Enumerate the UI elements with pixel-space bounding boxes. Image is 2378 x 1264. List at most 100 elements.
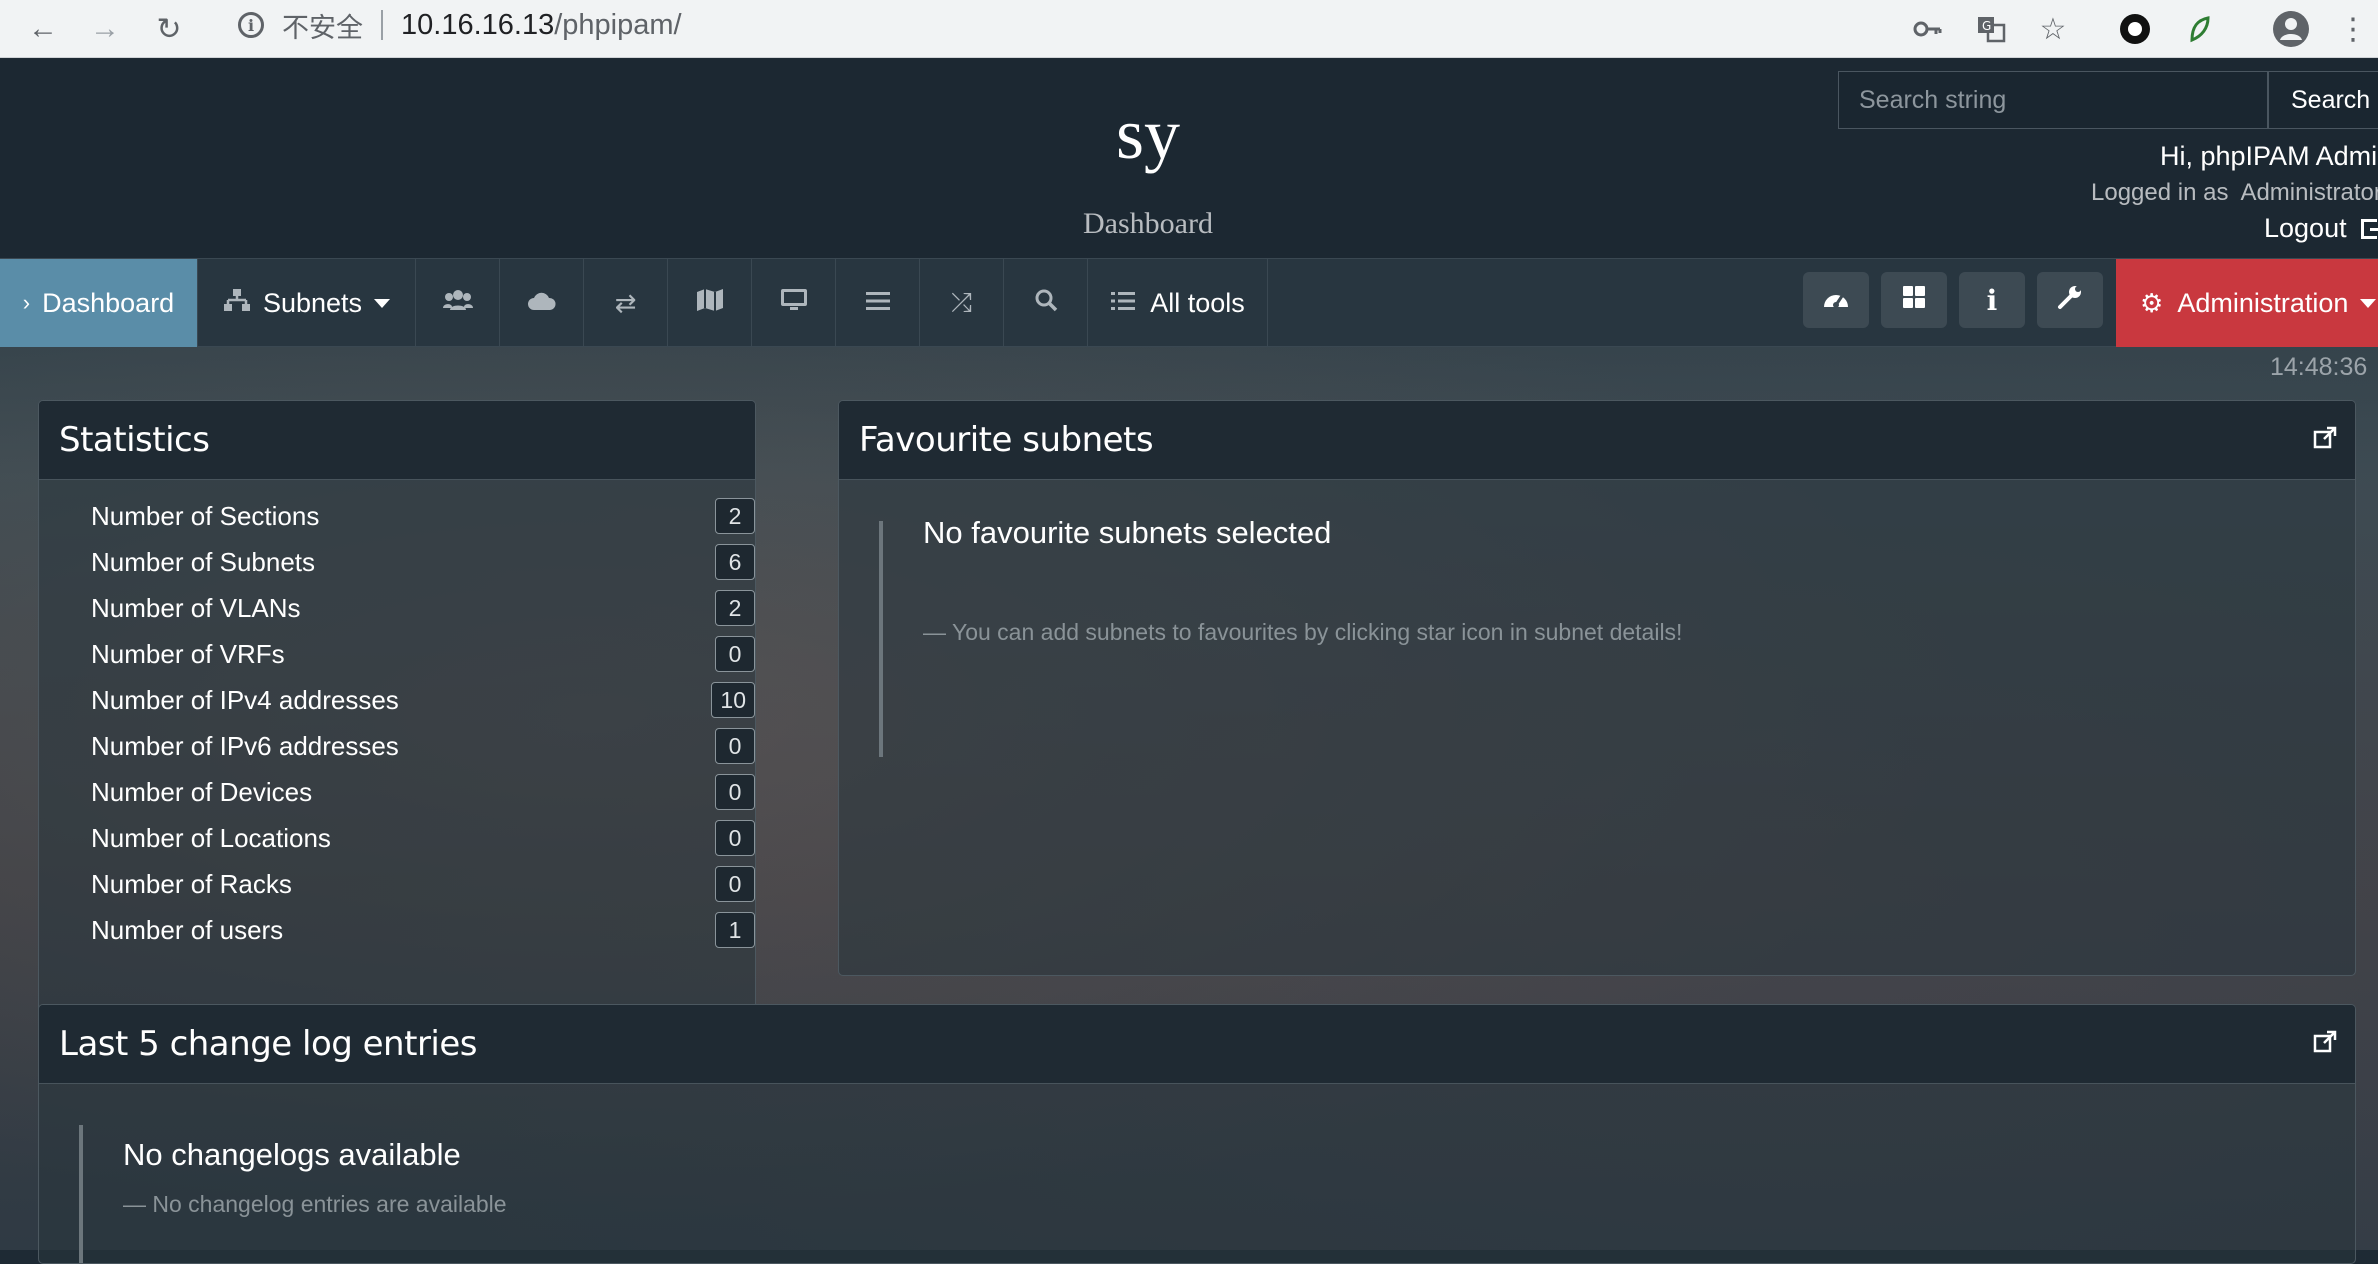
nav-dashboard[interactable]: › Dashboard xyxy=(0,259,198,347)
reload-icon[interactable]: ↻ xyxy=(146,6,192,52)
user-role: Administrator xyxy=(2240,179,2378,206)
nav-administration-label: Administration xyxy=(2177,287,2349,318)
sitemap-icon xyxy=(223,288,251,319)
stat-row: Number of IPv4 addresses 10 xyxy=(91,677,755,723)
nav-cloud-icon-button[interactable] xyxy=(500,259,584,347)
header: sy Dashboard Search string Search Hi, ph… xyxy=(0,59,2378,258)
tools-button[interactable] xyxy=(2037,272,2103,328)
favourites-empty-note: — You can add subnets to favourites by c… xyxy=(923,619,1683,645)
stat-row: Number of Racks 0 xyxy=(91,861,755,907)
stat-row: Number of Locations 0 xyxy=(91,815,755,861)
external-link-icon[interactable] xyxy=(2313,1023,2337,1053)
changelog-header: Last 5 change log entries xyxy=(39,1005,2355,1084)
wrench-icon xyxy=(2057,284,2083,317)
gear-icon: ⚙ xyxy=(2140,287,2164,318)
extension-circle-icon[interactable] xyxy=(2112,6,2158,52)
logout-icon xyxy=(2360,218,2378,239)
stat-count-badge: 2 xyxy=(715,498,755,534)
stat-label: Number of IPv4 addresses xyxy=(91,684,399,715)
favourites-empty-title: No favourite subnets selected xyxy=(923,515,1332,550)
svg-text:G: G xyxy=(1982,19,1991,33)
stat-row: Number of Sections 2 xyxy=(91,493,755,539)
search-input[interactable]: Search string xyxy=(1838,71,2268,129)
changelog-empty-title: No changelogs available xyxy=(123,1137,461,1172)
menu-kebab-icon[interactable]: ⋮ xyxy=(2330,6,2376,52)
nav-all-tools[interactable]: All tools xyxy=(1088,259,1268,347)
nav-administration[interactable]: ⚙ Administration xyxy=(2116,259,2378,347)
nav-all-tools-label: All tools xyxy=(1150,287,1245,318)
user-greeting: Hi, phpIPAM Admin xyxy=(2160,141,2378,171)
stat-row: Number of users 1 xyxy=(91,907,755,953)
translate-icon[interactable]: G xyxy=(1968,6,2014,52)
stat-count-badge: 0 xyxy=(715,774,755,810)
search-icon xyxy=(1033,287,1059,320)
statistics-panel: Statistics Number of Sections 2 Number of … xyxy=(38,400,756,1022)
nav-map-icon-button[interactable] xyxy=(668,259,752,347)
changelog-empty-note: — No changelog entries are available xyxy=(123,1191,507,1217)
external-link-icon[interactable] xyxy=(2313,419,2337,449)
search-button[interactable]: Search xyxy=(2268,71,2378,129)
stat-row: Number of VRFs 0 xyxy=(91,631,755,677)
users-icon xyxy=(442,288,473,319)
nav-subnets-label: Subnets xyxy=(262,287,363,318)
info-icon[interactable]: i xyxy=(238,12,264,38)
back-arrow-icon[interactable]: ← xyxy=(20,6,66,52)
forward-arrow-icon[interactable]: → xyxy=(82,6,128,52)
stat-label: Number of Subnets xyxy=(91,546,316,577)
stat-label: Number of VLANs xyxy=(91,592,301,623)
stat-count-badge: 0 xyxy=(715,728,755,764)
stat-row: Number of IPv6 addresses 0 xyxy=(91,723,755,769)
caret-down-icon xyxy=(2360,298,2377,308)
list-icon xyxy=(865,288,891,319)
address-bar[interactable]: i 不安全 10.16.16.13/phpipam/ xyxy=(214,2,2084,48)
stat-count-badge: 0 xyxy=(715,820,755,856)
url-path: /phpipam/ xyxy=(554,8,682,41)
info-button[interactable]: i xyxy=(1959,272,2025,328)
divider xyxy=(381,10,383,40)
main-navbar: › Dashboard Subnets ⇄ ⤮ All tools i ⚙ Ad… xyxy=(0,258,2378,347)
stat-label: Number of IPv6 addresses xyxy=(91,730,399,761)
chevron-right-icon: › xyxy=(22,290,31,315)
changelog-panel: Last 5 change log entries No changelogs … xyxy=(38,1004,2356,1264)
nav-desktop-icon-button[interactable] xyxy=(752,259,836,347)
stat-row: Number of VLANs 2 xyxy=(91,585,755,631)
dashboard-gauge-button[interactable] xyxy=(1803,272,1869,328)
stat-label: Number of Racks xyxy=(91,868,292,899)
stat-label: Number of Devices xyxy=(91,776,313,807)
nav-search-icon-button[interactable] xyxy=(1004,259,1088,347)
url-host: 10.16.16.13 xyxy=(401,8,555,41)
map-icon xyxy=(696,288,724,319)
favourites-empty-message: No favourite subnets selected — You can … xyxy=(879,515,2079,757)
page: sy Dashboard Search string Search Hi, ph… xyxy=(0,59,2378,1264)
nav-dashboard-label: Dashboard xyxy=(42,287,175,318)
nav-exchange-icon-button[interactable]: ⇄ xyxy=(584,259,668,347)
changelog-title: Last 5 change log entries xyxy=(59,1024,478,1064)
stat-count-badge: 0 xyxy=(715,636,755,672)
nav-subnets[interactable]: Subnets xyxy=(198,259,416,347)
logged-in-label: Logged in as xyxy=(2091,179,2229,206)
nav-random-icon-button[interactable]: ⤮ xyxy=(920,259,1004,347)
statistics-title: Statistics xyxy=(39,401,755,480)
favourite-subnets-header: Favourite subnets xyxy=(839,401,2355,480)
nav-users-icon-button[interactable] xyxy=(416,259,500,347)
list-alt-icon xyxy=(1110,288,1136,319)
browser-toolbar: ← → ↻ i 不安全 10.16.16.13/phpipam/ G ☆ ⋮ xyxy=(0,0,2378,58)
widgets-button[interactable] xyxy=(1881,272,1947,328)
stat-count-badge: 6 xyxy=(715,544,755,580)
stat-count-badge: 10 xyxy=(711,682,755,718)
exchange-icon: ⇄ xyxy=(614,287,637,318)
extension-leaf-icon[interactable] xyxy=(2176,6,2222,52)
account-icon[interactable] xyxy=(2268,6,2314,52)
nav-list-icon-button[interactable] xyxy=(836,259,920,347)
stat-label: Number of VRFs xyxy=(91,638,285,669)
changelog-empty-message: No changelogs available — No changelog e… xyxy=(79,1125,1279,1263)
stat-label: Number of Locations xyxy=(91,822,331,853)
insecure-label: 不安全 xyxy=(282,12,363,44)
stat-label: Number of users xyxy=(91,914,284,945)
th-large-icon xyxy=(1902,284,1926,316)
key-icon[interactable] xyxy=(1904,6,1950,52)
stat-count-badge: 0 xyxy=(715,866,755,902)
bookmark-star-icon[interactable]: ☆ xyxy=(2030,6,2076,52)
logout-link[interactable]: Logout xyxy=(2264,213,2378,244)
caret-down-icon xyxy=(374,298,391,308)
